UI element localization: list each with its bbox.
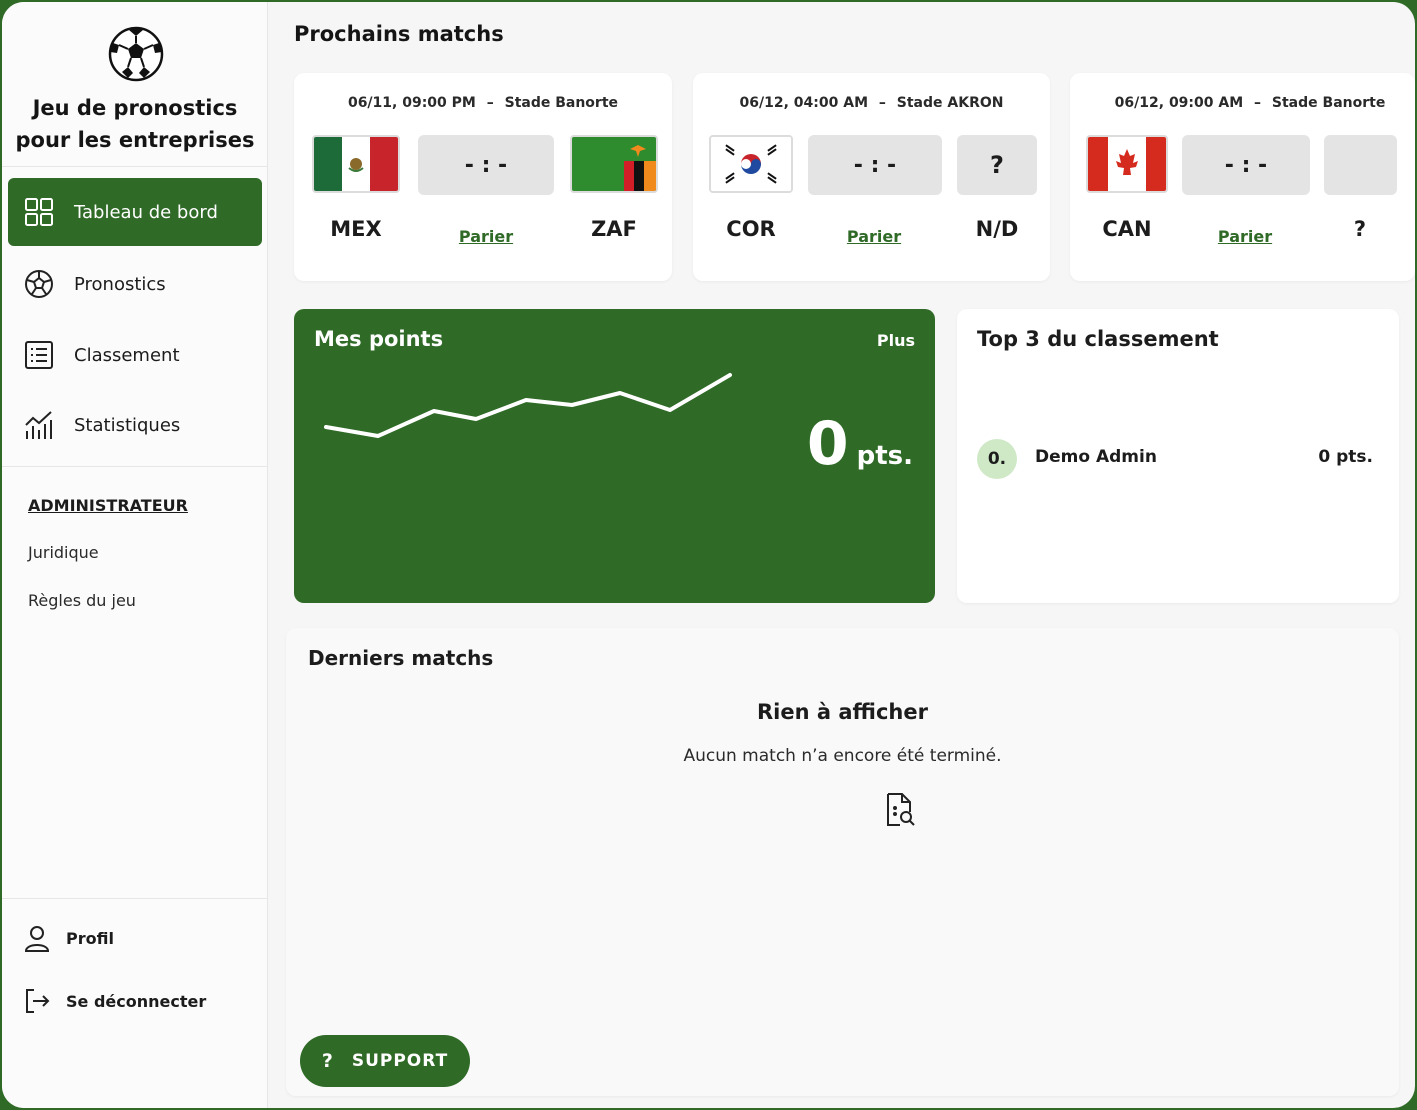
chart-icon: [22, 408, 56, 442]
profile-link[interactable]: Profil: [22, 923, 114, 953]
bet-link[interactable]: Parier: [1195, 227, 1295, 246]
away-team-code: N/D: [975, 217, 1019, 241]
home-team-code: COR: [726, 217, 776, 241]
upcoming-section-title: Prochains matchs: [294, 22, 504, 46]
points-card: Mes points Plus 0 pts.: [294, 309, 935, 603]
unknown-flag-placeholder: [1324, 135, 1397, 195]
nav-item-label: Tableau de bord: [74, 201, 218, 223]
match-stadium: Stade Banorte: [504, 95, 619, 111]
points-number: 0: [806, 409, 849, 479]
rank-badge: 0.: [977, 439, 1017, 479]
nav-item-classement[interactable]: Classement: [8, 321, 262, 389]
support-label: SUPPORT: [351, 1051, 449, 1071]
top3-card: Top 3 du classement 0. Demo Admin 0 pts.: [957, 309, 1399, 603]
bet-link[interactable]: Parier: [824, 227, 924, 246]
zambia-flag-icon: [570, 135, 658, 193]
app-title: Jeu de pronostics pour les entreprises: [2, 92, 268, 156]
match-separator: –: [1254, 95, 1262, 111]
admin-link-juridique[interactable]: Juridique: [28, 543, 99, 562]
sidebar-divider: [2, 898, 268, 899]
match-header: 06/11, 09:00 PM – Stade Banorte: [294, 95, 672, 111]
match-separator: –: [486, 95, 494, 111]
user-icon: [22, 923, 52, 953]
match-card: 06/11, 09:00 PM – Stade Banorte - : - ME…: [294, 73, 672, 281]
home-team-code: CAN: [1102, 217, 1152, 241]
top3-title: Top 3 du classement: [977, 327, 1219, 351]
points-more-link[interactable]: Plus: [877, 331, 915, 350]
points-unit: pts.: [856, 441, 913, 471]
rank-player-name: Demo Admin: [1035, 447, 1157, 467]
away-team-code: ?: [1353, 217, 1367, 241]
match-date: 06/12, 04:00 AM: [739, 95, 869, 111]
points-title: Mes points: [314, 327, 444, 351]
document-search-icon: [887, 793, 915, 826]
south-korea-flag-icon: [709, 135, 793, 193]
score-display: - : -: [808, 135, 942, 195]
match-separator: –: [878, 95, 886, 111]
score-display: - : -: [418, 135, 554, 195]
match-date: 06/11, 09:00 PM: [347, 95, 476, 111]
match-header: 06/12, 04:00 AM – Stade AKRON: [693, 95, 1050, 111]
nav-item-pronostics[interactable]: Pronostics: [8, 250, 262, 318]
nav-item-statistiques[interactable]: Statistiques: [8, 391, 262, 459]
canada-flag-icon: [1086, 135, 1168, 193]
admin-section-title: ADMINISTRATEUR: [28, 496, 188, 515]
match-date: 06/12, 09:00 AM: [1114, 95, 1244, 111]
bet-link[interactable]: Parier: [436, 227, 536, 246]
away-team-code: ZAF: [591, 217, 637, 241]
empty-state-title: Rien à afficher: [757, 700, 928, 724]
logout-link[interactable]: Se déconnecter: [22, 986, 206, 1016]
dashboard-grid-icon: [22, 195, 56, 229]
score-display: - : -: [1182, 135, 1310, 195]
profile-label: Profil: [66, 928, 114, 948]
match-header: 06/12, 09:00 AM – Stade Banorte: [1070, 95, 1415, 111]
nav-item-label: Pronostics: [74, 273, 166, 295]
sidebar: Jeu de pronostics pour les entreprises T…: [2, 2, 268, 1108]
list-icon: [22, 338, 56, 372]
nav-item-label: Classement: [74, 344, 180, 366]
match-stadium: Stade Banorte: [1271, 95, 1386, 111]
points-value: 0 pts.: [807, 409, 913, 479]
match-stadium: Stade AKRON: [896, 95, 1004, 111]
admin-link-regles[interactable]: Règles du jeu: [28, 591, 136, 610]
sidebar-divider: [2, 166, 268, 167]
match-card: 06/12, 04:00 AM – Stade AKRON -: - ? CO…: [693, 73, 1050, 281]
home-team-code: MEX: [330, 217, 382, 241]
empty-state-text: Aucun match n’a encore été terminé.: [683, 746, 1002, 766]
mexico-flag-icon: [312, 135, 400, 193]
soccer-ball-logo-icon: [108, 26, 164, 82]
nav-item-label: Statistiques: [74, 414, 181, 436]
last-matches-card: Derniers matchs Rien à afficher Aucun ma…: [286, 628, 1399, 1096]
nav-item-dashboard[interactable]: Tableau de bord: [8, 178, 262, 246]
app-title-line1: Jeu de pronostics: [32, 96, 238, 120]
support-button[interactable]: ? SUPPORT: [300, 1035, 470, 1087]
rank-player-points: 0 pts.: [1318, 447, 1373, 467]
match-card: 06/12, 09:00 AM – Stade Banorte - : - CA…: [1070, 73, 1415, 281]
app-frame: Jeu de pronostics pour les entreprises T…: [2, 2, 1415, 1108]
unknown-flag-placeholder: ?: [957, 135, 1037, 195]
help-icon: ?: [321, 1050, 334, 1072]
last-matches-title: Derniers matchs: [308, 646, 494, 670]
logout-icon: [22, 986, 52, 1016]
sidebar-divider: [2, 466, 268, 467]
logout-label: Se déconnecter: [66, 991, 207, 1011]
soccer-ball-icon: [22, 267, 56, 301]
app-title-line2: pour les entreprises: [15, 128, 255, 152]
